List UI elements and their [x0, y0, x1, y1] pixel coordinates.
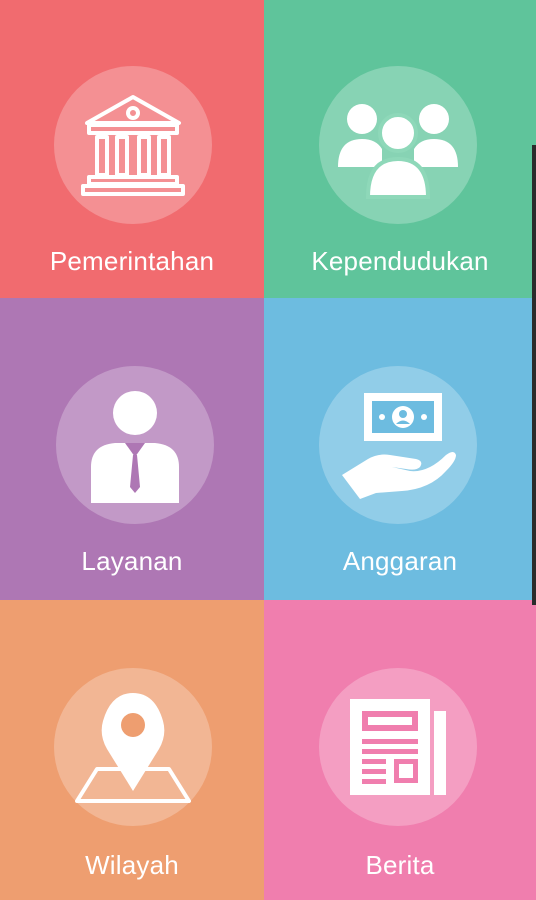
menu-tile-berita[interactable]: Berita — [264, 600, 536, 900]
icon-circle — [319, 668, 477, 826]
newspaper-icon — [342, 691, 454, 803]
people-group-icon — [332, 89, 464, 201]
menu-tile-pemerintahan[interactable]: Pemerintahan — [0, 0, 264, 298]
menu-label: Pemerintahan — [49, 246, 215, 276]
menu-grid: Pemerintahan Kependudukan Layanan Anggar… — [0, 0, 536, 900]
menu-tile-kependudukan[interactable]: Kependudukan — [264, 0, 536, 298]
government-building-icon — [77, 89, 189, 201]
menu-label: Anggaran — [342, 546, 458, 576]
menu-label: Kependudukan — [311, 246, 489, 276]
menu-label: Layanan — [81, 546, 183, 576]
map-pin-icon — [73, 687, 193, 807]
icon-circle — [319, 366, 477, 524]
officer-person-icon — [85, 385, 185, 505]
icon-circle — [54, 668, 212, 826]
icon-circle — [56, 366, 214, 524]
menu-label: Wilayah — [85, 850, 179, 880]
menu-tile-layanan[interactable]: Layanan — [0, 298, 264, 600]
menu-label: Berita — [365, 850, 435, 880]
icon-circle — [54, 66, 212, 224]
icon-circle — [319, 66, 477, 224]
menu-tile-anggaran[interactable]: Anggaran — [264, 298, 536, 600]
screen-edge — [532, 145, 536, 605]
menu-tile-wilayah[interactable]: Wilayah — [0, 600, 264, 900]
money-hand-icon — [338, 389, 458, 501]
